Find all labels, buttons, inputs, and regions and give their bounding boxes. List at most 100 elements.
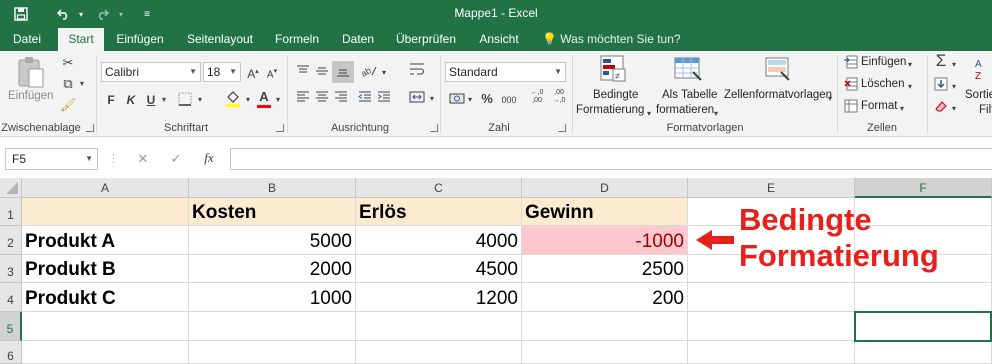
orientation-dropdown-icon[interactable]: ▾ [380, 65, 388, 81]
format-cells-label[interactable]: Format [861, 100, 897, 112]
insert-function-icon[interactable]: fx [200, 150, 218, 166]
cell-c4[interactable]: 1200 [356, 283, 522, 312]
align-middle-icon[interactable] [313, 65, 331, 81]
cell-c6[interactable] [356, 341, 522, 364]
cell-e6[interactable] [688, 341, 855, 364]
tab-einfuegen[interactable]: Einfügen [110, 28, 170, 51]
delete-cells-icon[interactable] [843, 77, 859, 95]
cell-d3[interactable]: 2500 [522, 255, 688, 283]
chevron-down-icon[interactable]: ▾ [950, 101, 958, 117]
chevron-down-icon[interactable]: ▾ [712, 106, 720, 122]
font-launcher-icon[interactable] [276, 124, 284, 132]
cell-d2[interactable]: -1000 [522, 226, 688, 255]
accounting-format-icon[interactable] [448, 91, 466, 109]
cell-e5[interactable] [688, 312, 855, 341]
column-header-c[interactable]: C [356, 178, 522, 198]
align-left-icon[interactable] [294, 91, 312, 107]
accounting-dropdown-icon[interactable]: ▾ [466, 92, 474, 108]
sort-filter-line1[interactable]: Sortie [965, 89, 992, 101]
column-header-a[interactable]: A [22, 178, 189, 198]
formula-input[interactable] [230, 148, 992, 170]
row-header-3[interactable]: 3 [0, 255, 22, 283]
align-right-icon[interactable] [332, 91, 350, 107]
shrink-font-icon[interactable]: A▾ [264, 64, 280, 83]
cell-e4[interactable] [688, 283, 855, 312]
cell-b5[interactable] [189, 312, 356, 341]
cell-b6[interactable] [189, 341, 356, 364]
cell-c1[interactable]: Erlös [356, 198, 522, 226]
cell-styles-icon[interactable] [762, 54, 794, 86]
delete-cells-label[interactable]: Löschen [861, 78, 904, 90]
cell-c3[interactable]: 4500 [356, 255, 522, 283]
tab-seitenlayout[interactable]: Seitenlayout [180, 28, 260, 51]
cell-b4[interactable]: 1000 [189, 283, 356, 312]
clipboard-launcher-icon[interactable] [86, 124, 94, 132]
bold-button[interactable]: F [104, 92, 118, 108]
splitter-handle[interactable]: · · · [112, 150, 115, 167]
wrap-text-icon[interactable] [408, 61, 426, 81]
orientation-icon[interactable]: ab [359, 63, 378, 83]
font-family-combo[interactable]: Calibri ▼ [101, 62, 201, 82]
cell-b2[interactable]: 5000 [189, 226, 356, 255]
cell-b1[interactable]: Kosten [189, 198, 356, 226]
tab-formeln[interactable]: Formeln [268, 28, 326, 51]
copy-icon[interactable]: ⧉ [60, 76, 76, 92]
clear-icon[interactable] [933, 99, 949, 117]
cell-a3[interactable]: Produkt B [22, 255, 189, 283]
row-header-5[interactable]: 5 [0, 312, 22, 341]
cell-a1[interactable] [22, 198, 189, 226]
column-header-b[interactable]: B [189, 178, 356, 198]
thousands-separator-button[interactable]: 000 [499, 92, 519, 108]
font-color-icon[interactable]: A [256, 89, 272, 108]
align-bottom-icon[interactable] [332, 61, 354, 83]
column-header-d[interactable]: D [522, 178, 688, 198]
merge-center-icon[interactable] [408, 91, 426, 107]
align-center-icon[interactable] [313, 91, 331, 107]
confirm-entry-icon[interactable]: ✓ [168, 151, 184, 167]
paste-icon[interactable] [14, 55, 48, 89]
increase-indent-icon[interactable] [375, 91, 393, 107]
cell-d1[interactable]: Gewinn [522, 198, 688, 226]
format-painter-icon[interactable]: 🖌 [60, 97, 77, 113]
cell-c5[interactable] [356, 312, 522, 341]
conditional-formatting-line2[interactable]: Formatierung [576, 104, 644, 116]
chevron-down-icon[interactable]: ▾ [950, 57, 958, 73]
underline-button[interactable]: U [144, 92, 158, 108]
cell-a6[interactable] [22, 341, 189, 364]
column-header-e[interactable]: E [688, 178, 855, 198]
fill-color-icon[interactable] [224, 89, 242, 111]
paste-label[interactable]: Einfügen [8, 90, 53, 102]
row-header-6[interactable]: 6 [0, 341, 22, 364]
name-box[interactable]: F5 ▼ [5, 148, 98, 170]
row-header-2[interactable]: 2 [0, 226, 22, 255]
cell-d5[interactable] [522, 312, 688, 341]
font-size-combo[interactable]: 18 ▼ [203, 62, 241, 82]
chevron-down-icon[interactable]: ▾ [906, 57, 914, 73]
italic-button[interactable]: K [124, 92, 138, 108]
merge-dropdown-icon[interactable]: ▾ [428, 91, 436, 107]
copy-dropdown-icon[interactable]: ▾ [78, 76, 86, 92]
grow-font-icon[interactable]: A▴ [245, 64, 261, 82]
font-color-dropdown-icon[interactable]: ▾ [274, 92, 282, 108]
tab-ueberpruefen[interactable]: Überprüfen [390, 28, 462, 51]
cell-a2[interactable]: Produkt A [22, 226, 189, 255]
number-launcher-icon[interactable] [558, 124, 566, 132]
conditional-formatting-line1[interactable]: Bedingte [593, 89, 638, 101]
cell-a5[interactable] [22, 312, 189, 341]
cell-a4[interactable]: Produkt C [22, 283, 189, 312]
chevron-down-icon[interactable]: ▾ [826, 91, 834, 107]
cell-d6[interactable] [522, 341, 688, 364]
chevron-down-icon[interactable]: ▾ [645, 106, 653, 122]
tab-datei[interactable]: Datei [2, 28, 52, 51]
fill-icon[interactable] [933, 77, 949, 95]
format-as-table-line2[interactable]: formatieren [656, 104, 714, 116]
chevron-down-icon[interactable]: ▾ [906, 79, 914, 95]
cell-f4[interactable] [855, 283, 992, 312]
cut-icon[interactable]: ✂ [60, 55, 76, 71]
increase-decimal-icon[interactable]: ←,0,00 [528, 89, 546, 105]
cell-c2[interactable]: 4000 [356, 226, 522, 255]
insert-cells-icon[interactable] [843, 55, 859, 73]
tab-daten[interactable]: Daten [334, 28, 382, 51]
chevron-down-icon[interactable]: ▾ [950, 79, 958, 95]
percent-button[interactable]: % [480, 91, 494, 107]
